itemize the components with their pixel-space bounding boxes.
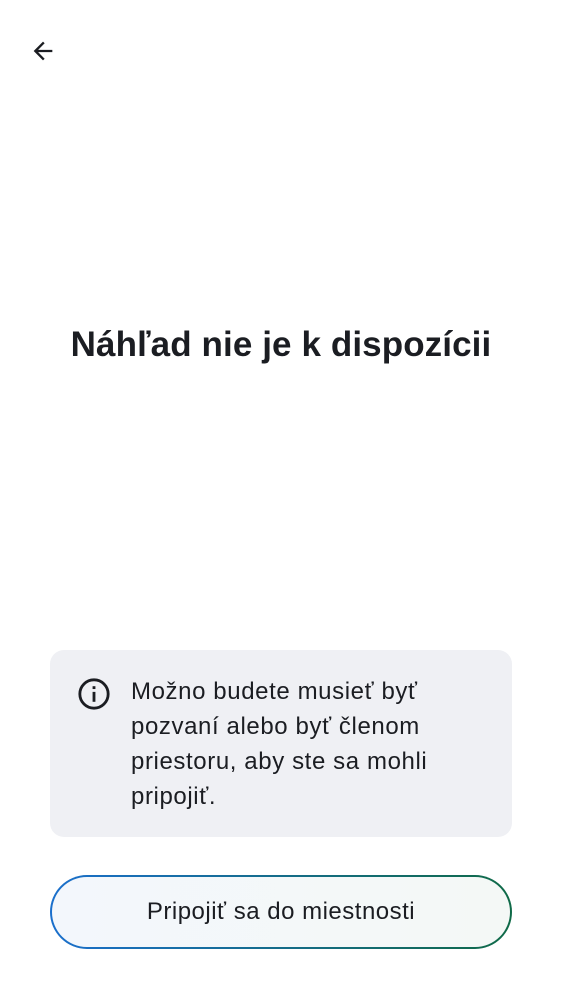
info-icon bbox=[78, 678, 110, 710]
info-message: Možno budete musieť byť pozvaní alebo by… bbox=[131, 678, 428, 810]
join-room-button[interactable]: Pripojiť sa do miestnosti bbox=[50, 875, 512, 949]
back-button[interactable] bbox=[18, 26, 68, 76]
arrow-left-icon bbox=[33, 41, 53, 61]
page-title: Náhľad nie je k dispozícii bbox=[70, 325, 492, 364]
info-card: Možno budete musieť byť pozvaní alebo by… bbox=[50, 650, 512, 837]
room-preview-screen: Náhľad nie je k dispozícii Možno budete … bbox=[0, 0, 562, 1000]
